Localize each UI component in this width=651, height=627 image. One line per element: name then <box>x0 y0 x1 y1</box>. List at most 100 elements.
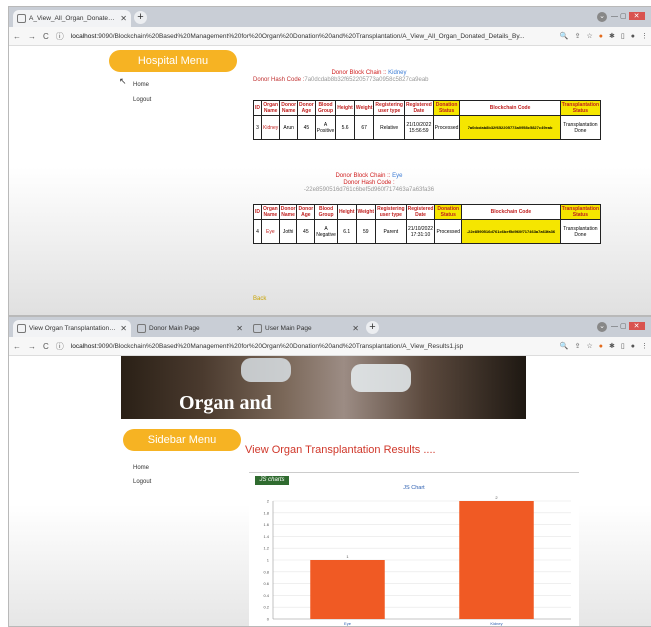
sidebar-item-logout[interactable]: Logout <box>133 97 151 103</box>
menu-icon[interactable]: ⋮ <box>641 32 648 40</box>
col-header: Blood Group <box>314 204 338 220</box>
data-label: 2 <box>495 495 498 500</box>
bar-chart: 0 0.2 0.4 0.6 0.8 1 1.2 1.4 1.6 1.8 2 1 Eye 2 Kidney <box>263 495 571 626</box>
browser-window-results: View Organ Transplantation Res... ✕ Dono… <box>8 316 651 627</box>
tab-view-organ-results[interactable]: View Organ Transplantation Res... ✕ <box>13 320 131 337</box>
hospital-menu-header: Hospital Menu <box>109 50 237 72</box>
y-tick-label: 0.8 <box>263 569 269 574</box>
col-header: Blockchain Code <box>461 204 561 220</box>
col-header: Registering user type <box>375 204 407 220</box>
mouse-cursor-icon: ↖ <box>119 76 127 86</box>
close-window-icon[interactable]: ✕ <box>628 322 645 330</box>
col-header: ID <box>253 100 262 116</box>
y-tick-label: 1.6 <box>263 522 269 527</box>
url-field[interactable]: localhost:9090/Blockchain%20Based%20Mana… <box>71 343 554 350</box>
star-icon[interactable]: ☆ <box>587 342 593 350</box>
page-content: Hospital Menu Home Logout ↖ Donor Block … <box>9 46 651 315</box>
hash-code-1: Donor Hash Code :7a0dcdab8b32f652205773a… <box>253 77 429 83</box>
col-header: Donor Name <box>279 100 299 116</box>
col-header: Blood Group <box>314 100 337 116</box>
page-favicon-icon <box>137 324 146 333</box>
y-tick-label: 1.4 <box>263 534 269 539</box>
data-label: 1 <box>346 554 349 559</box>
puzzle-icon[interactable]: ✱ <box>609 342 615 350</box>
close-tab-icon[interactable]: ✕ <box>236 324 243 333</box>
new-tab-button[interactable]: + <box>134 11 147 24</box>
col-header: Weight <box>353 100 375 116</box>
sidepanel-icon[interactable]: ▯ <box>621 32 625 40</box>
tab-donor-main[interactable]: Donor Main Page ✕ <box>133 320 247 337</box>
page-favicon-icon <box>17 14 26 23</box>
zoom-icon[interactable]: 🔍 <box>560 32 569 40</box>
sidepanel-icon[interactable]: ▯ <box>621 342 625 350</box>
close-tab-icon[interactable]: ✕ <box>120 14 127 23</box>
back-arrow-icon[interactable]: ← <box>13 32 21 41</box>
col-header: Donor Name <box>278 204 298 220</box>
y-tick-label: 2 <box>267 499 270 504</box>
info-icon[interactable]: ⓘ <box>56 31 64 42</box>
col-header: Weight <box>355 204 377 220</box>
profile-icon[interactable]: ● <box>631 343 635 350</box>
minimize-icon[interactable]: — <box>611 323 618 330</box>
y-tick-label: 0.4 <box>263 593 269 598</box>
x-tick-label: Kidney <box>490 621 502 626</box>
zoom-icon[interactable]: 🔍 <box>560 342 569 350</box>
tab-view-all-organ[interactable]: A_View_All_Organ_Donated_Det... ✕ <box>13 10 131 27</box>
puzzle-icon[interactable]: ✱ <box>609 32 615 40</box>
menu-icon[interactable]: ⋮ <box>641 342 648 350</box>
col-header: Donation Status <box>434 204 463 220</box>
close-tab-icon[interactable]: ✕ <box>352 324 359 333</box>
share-icon[interactable]: ⇪ <box>575 342 581 350</box>
hash-code-2-label: Donor Hash Code : <box>343 180 395 186</box>
forward-arrow-icon[interactable]: → <box>28 342 36 351</box>
col-header: Donor Age <box>297 100 316 116</box>
url-field[interactable]: localhost:9090/Blockchain%20Based%20Mana… <box>71 33 554 40</box>
info-icon[interactable]: ⓘ <box>56 341 64 352</box>
tab-search-icon[interactable]: ⌄ <box>597 12 607 22</box>
address-bar: ← → C ⓘ localhost:9090/Blockchain%20Base… <box>9 337 651 356</box>
new-tab-button[interactable]: + <box>366 321 379 334</box>
col-header: Height <box>335 100 355 116</box>
page-favicon-icon <box>253 324 262 333</box>
extension-icon[interactable]: ● <box>599 33 603 40</box>
page-favicon-icon <box>17 324 26 333</box>
tab-user-main[interactable]: User Main Page ✕ <box>249 320 363 337</box>
profile-icon[interactable]: ● <box>631 33 635 40</box>
extension-icon[interactable]: ● <box>599 343 603 350</box>
back-link[interactable]: Back <box>253 296 266 302</box>
reload-icon[interactable]: C <box>43 32 49 41</box>
close-tab-icon[interactable]: ✕ <box>120 324 127 333</box>
share-icon[interactable]: ⇪ <box>575 32 581 40</box>
chart-container: JS charts JS Chart 0 0.2 0.4 0.6 0.8 1 1.2 1.4 1… <box>249 472 579 626</box>
tab-strip: A_View_All_Organ_Donated_Det... ✕ + ⌄ — ▢… <box>9 7 651 27</box>
col-header: Transplantation Status <box>559 204 602 220</box>
col-header: Donation Status <box>432 100 461 116</box>
close-window-icon[interactable]: ✕ <box>628 12 645 20</box>
minimize-icon[interactable]: — <box>611 13 618 20</box>
y-tick-label: 0.6 <box>263 581 269 586</box>
y-tick-label: 0 <box>267 617 270 622</box>
back-arrow-icon[interactable]: ← <box>13 342 21 351</box>
sidebar-item-home[interactable]: Home <box>133 82 149 88</box>
table-row: 4 Eye Jothi 45 A Negative 6.1 59 Parent … <box>253 219 602 244</box>
col-header: Donor Age <box>296 204 316 220</box>
sidebar-item-logout[interactable]: Logout <box>133 479 151 485</box>
tab-search-icon[interactable]: ⌄ <box>597 322 607 332</box>
col-header: Registering user type <box>373 100 405 116</box>
star-icon[interactable]: ☆ <box>587 32 593 40</box>
col-header: Transplantation Status <box>559 100 602 116</box>
sidebar-item-home[interactable]: Home <box>133 465 149 471</box>
chart-bar <box>310 560 385 619</box>
reload-icon[interactable]: C <box>43 342 49 351</box>
maximize-icon[interactable]: ▢ <box>620 13 627 20</box>
maximize-icon[interactable]: ▢ <box>620 323 627 330</box>
col-header: ID <box>253 204 262 220</box>
col-header: Organ Name <box>260 100 281 116</box>
hash-code-2-value: -22e8590516d761c6bef5d960f717463a7a63fa3… <box>303 187 435 193</box>
window-controls: ⌄ — ▢ ✕ <box>597 322 645 332</box>
table-row: 3 Kidney Arun 45 A Positive 5.6 67 Relat… <box>253 115 602 140</box>
tab-strip: View Organ Transplantation Res... ✕ Dono… <box>9 317 651 337</box>
sidebar-menu-header: Sidebar Menu <box>123 429 241 451</box>
forward-arrow-icon[interactable]: → <box>28 32 36 41</box>
donation-table-1: ID Organ Name Donor Name Donor Age Blood… <box>253 100 602 140</box>
